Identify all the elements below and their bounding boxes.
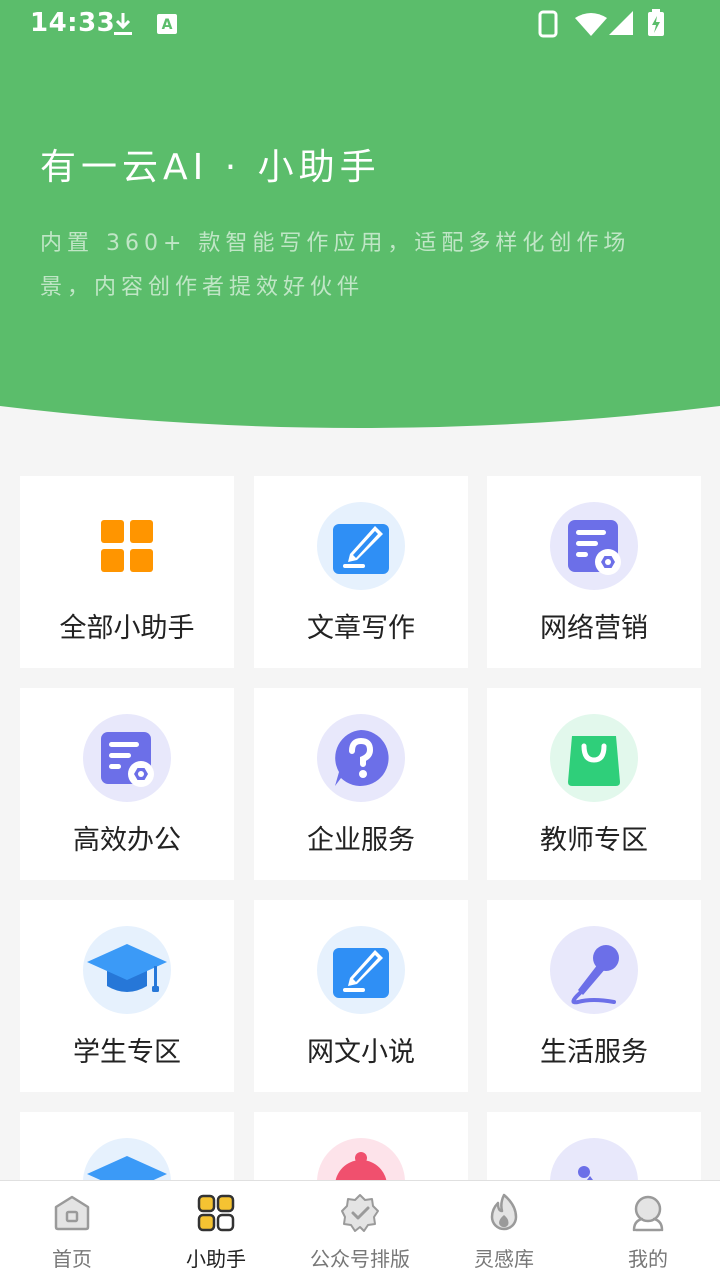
badge-check-icon — [341, 1194, 379, 1232]
flame-icon — [490, 1193, 518, 1231]
category-card-enterprise-services[interactable]: 企业服务 — [254, 688, 468, 880]
tab-profile[interactable]: 我的 — [576, 1181, 720, 1281]
apps-icon — [197, 1194, 235, 1232]
category-card-web-novels[interactable]: 网文小说 — [254, 900, 468, 1092]
document-gear-icon — [83, 714, 171, 802]
tab-label: 灵感库 — [474, 1247, 534, 1271]
category-card-all-assistants[interactable]: 全部小助手 — [20, 476, 234, 668]
category-label: 学生专区 — [73, 1037, 181, 1068]
pencil-note-icon — [317, 926, 405, 1014]
category-card-life-services[interactable]: 生活服务 — [487, 900, 701, 1092]
hero-description: 内置 360+ 款智能写作应用，适配多样化创作场景，内容创作者提效好伙伴 — [40, 231, 631, 300]
pencil-note-icon — [317, 502, 405, 590]
category-card-partial-2[interactable] — [254, 1112, 468, 1180]
category-label: 教师专区 — [540, 825, 648, 856]
category-label: 文章写作 — [307, 613, 415, 644]
tab-label: 我的 — [628, 1247, 668, 1271]
hero-banner: 有一云AI · 小助手 内置 360+ 款智能写作应用，适配多样化创作场景，内容… — [0, 0, 720, 430]
question-bubble-icon — [317, 714, 405, 802]
bottom-tab-bar: 首页 小助手 公众号排版 灵感库 我的 — [0, 1180, 720, 1281]
category-card-office-efficiency[interactable]: 高效办公 — [20, 688, 234, 880]
shopping-bag-icon — [550, 714, 638, 802]
tab-assistant[interactable]: 小助手 — [144, 1181, 288, 1281]
document-gear-icon — [550, 502, 638, 590]
mountain-image-icon — [550, 1138, 638, 1180]
tab-home[interactable]: 首页 — [0, 1181, 144, 1281]
tab-label: 首页 — [52, 1247, 92, 1271]
category-label: 高效办公 — [73, 825, 181, 856]
status-time: 14:33 — [30, 8, 116, 38]
wifi-icon — [575, 13, 607, 36]
category-card-article-writing[interactable]: 文章写作 — [254, 476, 468, 668]
graduation-cap-icon — [83, 1138, 171, 1180]
svg-text:A: A — [162, 17, 173, 33]
status-bar: 14:33 A — [0, 0, 720, 48]
category-card-online-marketing[interactable]: 网络营销 — [487, 476, 701, 668]
tab-inspiration[interactable]: 灵感库 — [432, 1181, 576, 1281]
category-card-teacher-zone[interactable]: 教师专区 — [487, 688, 701, 880]
category-card-partial-1[interactable] — [20, 1112, 234, 1180]
alarm-clock-icon — [317, 1138, 405, 1180]
signal-icon — [609, 11, 633, 35]
tab-label: 公众号排版 — [310, 1247, 410, 1271]
category-grid: 全部小助手 文章写作 网络营销 高效办公 企业服务 教师专区 学生专区 网文小说… — [20, 476, 702, 1180]
microphone-icon — [550, 926, 638, 1014]
tab-label: 小助手 — [186, 1247, 246, 1271]
category-label: 企业服务 — [307, 825, 415, 856]
phone-icon — [538, 10, 558, 38]
category-label: 全部小助手 — [59, 613, 195, 644]
keyboard-a-icon: A — [157, 14, 177, 34]
graduation-cap-icon — [83, 926, 171, 1014]
category-card-partial-3[interactable] — [487, 1112, 701, 1180]
tab-wechat-layout[interactable]: 公众号排版 — [288, 1181, 432, 1281]
hero-background — [0, 0, 720, 428]
category-card-student-zone[interactable]: 学生专区 — [20, 900, 234, 1092]
grid-icon — [101, 520, 153, 572]
download-icon — [114, 13, 132, 35]
category-label: 生活服务 — [540, 1037, 648, 1068]
profile-icon — [632, 1195, 664, 1232]
battery-charging-icon — [648, 9, 664, 36]
category-label: 网文小说 — [307, 1037, 415, 1068]
home-icon — [54, 1195, 90, 1231]
hero-title: 有一云AI · 小助手 — [40, 147, 381, 188]
category-label: 网络营销 — [540, 613, 648, 644]
